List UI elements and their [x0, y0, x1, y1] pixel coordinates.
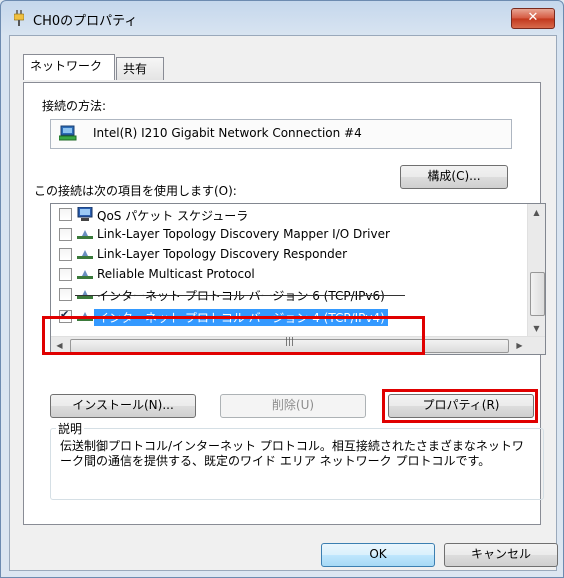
- ok-button[interactable]: OK: [321, 543, 435, 567]
- list-item[interactable]: QoS パケット スケジューラ: [51, 206, 526, 224]
- item-label: Link-Layer Topology Discovery Responder: [97, 247, 348, 261]
- adapter-box: Intel(R) I210 Gigabit Network Connection…: [50, 119, 512, 149]
- list-item[interactable]: Link-Layer Topology Discovery Responder: [51, 246, 526, 264]
- list-item[interactable]: インターネット プロトコル バージョン 6 (TCP/IPv6): [51, 286, 526, 304]
- network-tab-panel: 接続の方法: Intel(R) I210 Gigabit Network Con…: [23, 82, 546, 525]
- vertical-scrollbar[interactable]: ▲ ▼: [527, 204, 545, 337]
- item-label: Link-Layer Topology Discovery Mapper I/O…: [97, 227, 390, 241]
- close-button[interactable]: ✕: [511, 8, 555, 29]
- adapter-name: Intel(R) I210 Gigabit Network Connection…: [93, 126, 362, 140]
- scroll-down-icon[interactable]: ▼: [528, 320, 545, 337]
- dialog-window: CH0のプロパティ ✕ ネットワーク 共有 接続の方法: Intel(R) I2…: [0, 0, 564, 578]
- network-protocol-icon: [77, 270, 93, 279]
- network-protocol-icon: [77, 250, 93, 259]
- vertical-scroll-thumb[interactable]: [530, 272, 545, 316]
- description-title: 説明: [56, 420, 85, 437]
- scroll-up-icon[interactable]: ▲: [528, 204, 545, 221]
- strikethrough-mark: [75, 295, 405, 296]
- item-checkbox[interactable]: [59, 228, 72, 241]
- item-checkbox[interactable]: [59, 268, 72, 281]
- item-label: Reliable Multicast Protocol: [97, 267, 255, 281]
- configure-button[interactable]: 構成(C)...: [400, 165, 508, 189]
- highlight-box-properties: [382, 389, 538, 423]
- connect-using-label: 接続の方法:: [42, 99, 107, 113]
- scroll-right-icon[interactable]: ▶: [511, 337, 528, 354]
- network-protocol-icon: [77, 230, 93, 239]
- highlight-box-ipv4: [42, 316, 425, 355]
- cancel-button[interactable]: キャンセル: [444, 543, 558, 567]
- list-item[interactable]: Link-Layer Topology Discovery Mapper I/O…: [51, 226, 526, 244]
- tab-sharing[interactable]: 共有: [116, 57, 164, 80]
- item-checkbox[interactable]: [59, 288, 72, 301]
- item-label: QoS パケット スケジューラ: [97, 209, 249, 223]
- items-label: この接続は次の項目を使用します(O):: [34, 184, 237, 198]
- network-plug-icon: [14, 10, 24, 26]
- tab-network[interactable]: ネットワーク: [23, 54, 115, 80]
- title-bar[interactable]: CH0のプロパティ ✕: [1, 1, 563, 35]
- description-text: 伝送制御プロトコル/インターネット プロトコル。相互接続されたさまざまなネットワ…: [60, 439, 524, 468]
- window-title: CH0のプロパティ: [33, 14, 138, 29]
- install-button[interactable]: インストール(N)...: [50, 394, 196, 418]
- close-icon: ✕: [527, 10, 539, 25]
- item-checkbox[interactable]: [59, 248, 72, 261]
- qos-scheduler-icon: [77, 207, 93, 221]
- network-adapter-icon: [59, 125, 77, 141]
- uninstall-button[interactable]: 削除(U): [220, 394, 366, 418]
- list-item[interactable]: Reliable Multicast Protocol: [51, 266, 526, 284]
- item-checkbox[interactable]: [59, 208, 72, 221]
